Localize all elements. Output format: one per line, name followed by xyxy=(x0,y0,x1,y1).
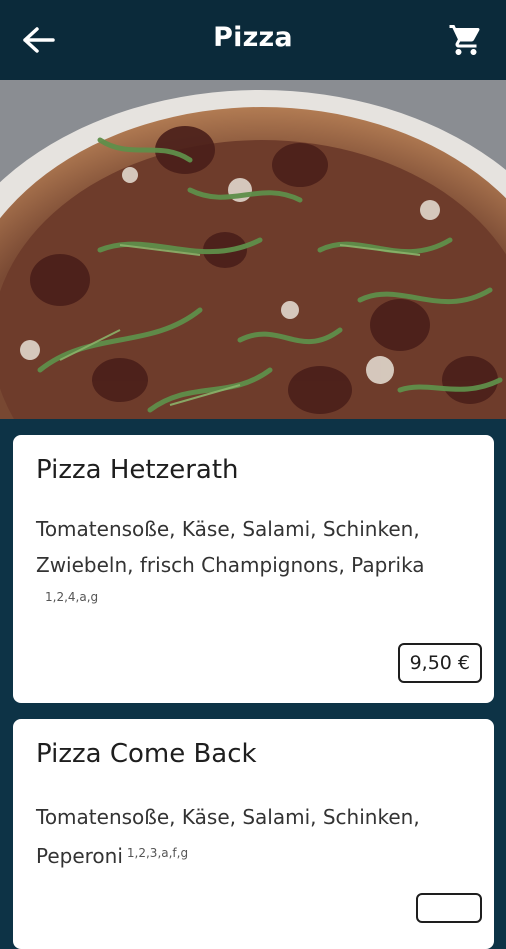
price-button[interactable]: 9,50 € xyxy=(397,643,482,683)
pizza-photo xyxy=(0,80,506,419)
allergen-codes: 1,2,3,a,f,g xyxy=(126,846,189,860)
price-button[interactable] xyxy=(416,893,482,923)
product-description: Tomatensoße, Käse, Salami, Schinken, Pep… xyxy=(36,805,420,868)
app-header: Pizza xyxy=(0,0,506,80)
product-name: Pizza Hetzerath xyxy=(36,455,239,485)
product-description: Tomatensoße, Käse, Salami, Schinken, Zwi… xyxy=(36,517,425,577)
allergen-codes: 1,2,4,a,g xyxy=(45,590,99,604)
page-title: Pizza xyxy=(213,22,293,53)
cart-button[interactable] xyxy=(446,20,486,60)
product-description-container: Tomatensoße, Käse, Salami, Schinken, Pep… xyxy=(36,799,436,874)
product-name: Pizza Come Back xyxy=(36,739,257,769)
shopping-cart-icon xyxy=(449,25,480,55)
product-card[interactable]: Pizza Come Back Tomatensoße, Käse, Salam… xyxy=(13,719,494,949)
product-card[interactable]: Pizza Hetzerath Tomatensoße, Käse, Salam… xyxy=(13,435,494,703)
